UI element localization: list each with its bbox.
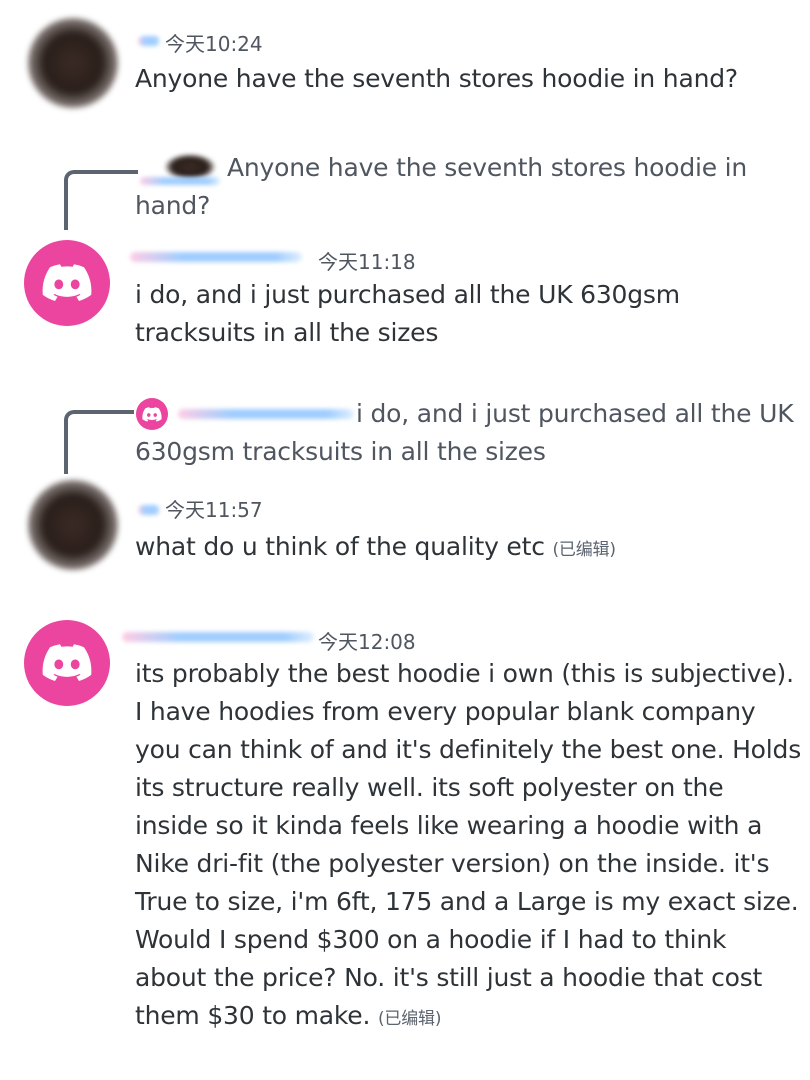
- reply-avatar-discord[interactable]: [136, 398, 168, 430]
- discord-logo-icon: [142, 406, 162, 422]
- user-avatar-discord[interactable]: [24, 620, 110, 706]
- message-text-line: its probably the best hoodie i own (this…: [135, 659, 794, 688]
- message-text-line: Would I spend $300 on a hoodie if I had …: [135, 925, 727, 954]
- message-timestamp: 今天11:57: [165, 498, 263, 522]
- message-text-line: its structure really well. its soft poly…: [135, 773, 724, 802]
- message-text-line: True to size, i'm 6ft, 175 and a Large i…: [135, 887, 799, 916]
- user-avatar-discord[interactable]: [24, 240, 110, 326]
- message-text-line-last: them $30 to make. (已编辑): [135, 997, 441, 1038]
- username-blurred[interactable]: [130, 252, 302, 262]
- message-timestamp: 今天11:18: [318, 250, 416, 274]
- user-avatar[interactable]: [28, 480, 118, 570]
- edited-indicator: (已编辑): [377, 1009, 442, 1029]
- reply-preview-text[interactable]: Anyone have the seventh stores hoodie in…: [135, 149, 755, 225]
- username-blurred[interactable]: [138, 36, 160, 46]
- reply-preview-text[interactable]: 630gsm tracksuits in all the sizes: [135, 433, 546, 471]
- message-text: Anyone have the seventh stores hoodie in…: [135, 64, 738, 93]
- reply-preview-text[interactable]: i do, and i just purchased all the UK: [356, 395, 794, 433]
- discord-logo-icon: [42, 264, 92, 301]
- message-text-line: inside so it kinda feels like wearing a …: [135, 811, 763, 840]
- message-text-line: i do, and i just purchased all the UK 63…: [135, 280, 680, 309]
- message-text-line: tracksuits in all the sizes: [135, 318, 439, 347]
- message-body: what do u think of the quality etc: [135, 532, 545, 561]
- message-timestamp: 今天10:24: [165, 32, 263, 56]
- message-body: them $30 to make.: [135, 1001, 371, 1030]
- reply-username-blurred[interactable]: [178, 409, 354, 419]
- discord-logo-icon: [42, 644, 92, 681]
- reply-connector: [64, 170, 138, 230]
- message-text-line: Nike dri-fit (the polyester version) on …: [135, 849, 770, 878]
- message-text: what do u think of the quality etc (已编辑): [135, 528, 616, 569]
- reply-connector: [64, 410, 134, 474]
- message-timestamp: 今天12:08: [318, 630, 416, 654]
- edited-indicator: (已编辑): [552, 540, 616, 560]
- message-text-line: you can think of and it's definitely the…: [135, 735, 802, 764]
- username-blurred[interactable]: [122, 632, 314, 642]
- message-text-line: about the price? No. it's still just a h…: [135, 963, 763, 992]
- message-text-line: I have hoodies from every popular blank …: [135, 697, 756, 726]
- user-avatar[interactable]: [28, 18, 118, 108]
- username-blurred[interactable]: [138, 505, 160, 515]
